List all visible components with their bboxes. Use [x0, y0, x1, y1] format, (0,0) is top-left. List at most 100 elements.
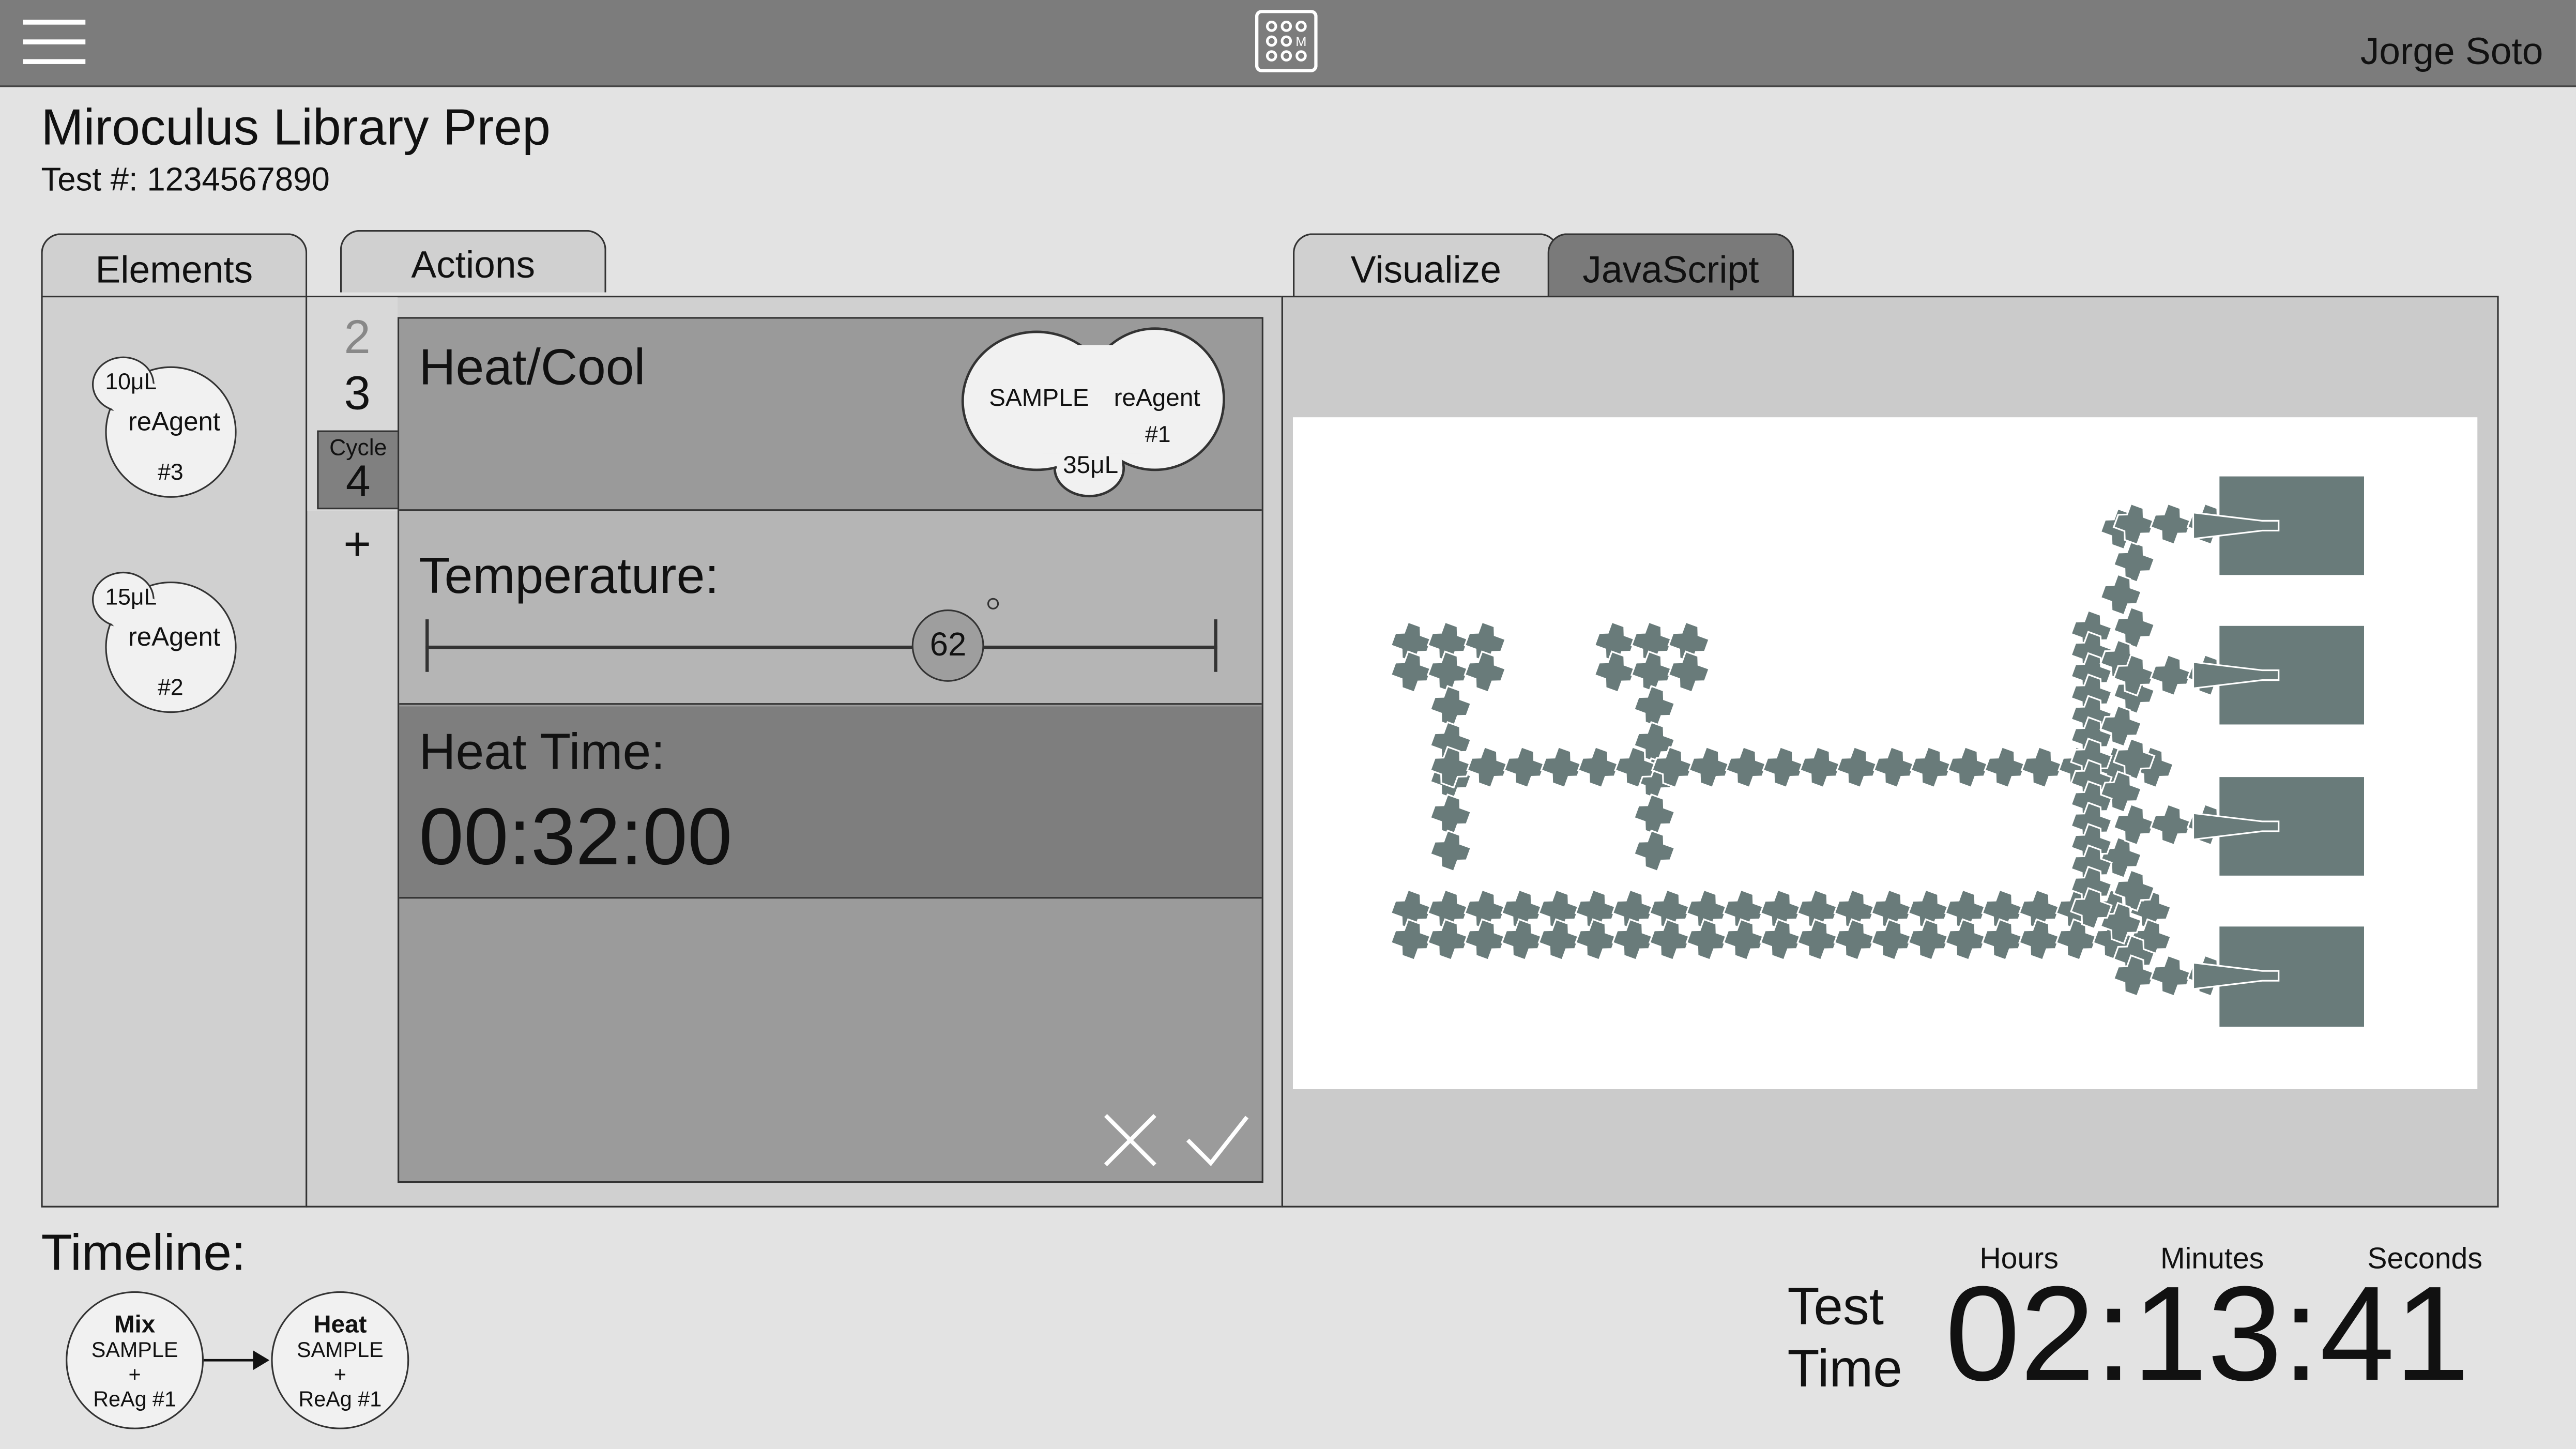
- electrode-pad: [1870, 743, 1918, 791]
- electrode-pad: [1759, 743, 1808, 791]
- arrow-icon: [204, 1347, 272, 1374]
- hamburger-icon[interactable]: [23, 20, 86, 66]
- tab-javascript[interactable]: JavaScript: [1547, 233, 1794, 296]
- electrode-pad: [1722, 743, 1771, 791]
- node-line: ReAg #1: [93, 1386, 176, 1411]
- electrode-pad: [1574, 743, 1623, 791]
- add-step-button[interactable]: +: [321, 519, 394, 573]
- electrode-pad: [1944, 743, 1992, 791]
- electrode-pad: [2147, 500, 2195, 548]
- reagent-number: #2: [158, 673, 184, 700]
- reagent-element[interactable]: 10μL reAgent #3: [92, 356, 237, 501]
- electrode-pad: [1978, 916, 2027, 964]
- heat-time-label: Heat Time:: [419, 723, 665, 781]
- step-3[interactable]: 3: [321, 368, 394, 422]
- grid-chip-icon: M: [1255, 10, 1318, 72]
- top-bar: M Jorge Soto: [0, 0, 2576, 87]
- node-title: Mix: [114, 1310, 156, 1339]
- degree-icon: [987, 598, 999, 610]
- reagent-volume: 10μL: [105, 368, 157, 394]
- electrode-pad: [1537, 743, 1586, 791]
- temperature-section: Temperature: 62: [399, 511, 1262, 705]
- node-line: +: [128, 1362, 141, 1387]
- test-time-value: 02:13:41: [1945, 1260, 2470, 1410]
- user-name[interactable]: Jorge Soto: [2360, 29, 2543, 74]
- heat-time-section: Heat Time: 00:32:00: [399, 706, 1262, 899]
- node-line: +: [333, 1362, 346, 1387]
- app-root: M Jorge Soto Miroculus Library Prep Test…: [0, 0, 2576, 1449]
- sample-label: SAMPLE: [989, 384, 1089, 413]
- tab-elements[interactable]: Elements: [41, 233, 308, 296]
- temperature-slider[interactable]: 62: [425, 598, 1217, 682]
- electrode-pad: [1833, 743, 1882, 791]
- timeline-node-mix[interactable]: Mix SAMPLE + ReAg #1: [66, 1291, 204, 1429]
- tab-row: Elements Actions Visualize JavaScript: [0, 230, 2576, 299]
- electrode-pad: [1867, 916, 1916, 964]
- electrode-pad: [1426, 827, 1475, 875]
- cycle-step[interactable]: Cycle 4: [317, 430, 400, 510]
- elements-panel: 10μL reAgent #3 15μL reAgent #2: [41, 296, 308, 1208]
- timeline-node-heat[interactable]: Heat SAMPLE + ReAg #1: [271, 1291, 409, 1429]
- test-time-label-line2: Time: [1787, 1338, 1902, 1398]
- electrode-pad: [1461, 648, 1510, 696]
- electrode-pad: [1609, 916, 1657, 964]
- temperature-thumb[interactable]: 62: [912, 598, 999, 682]
- svg-text:M: M: [1295, 35, 1306, 49]
- droplet-volume: 35μL: [1063, 451, 1119, 480]
- electrode-pad: [1424, 916, 1472, 964]
- electrode-pad: [1757, 916, 1805, 964]
- electrode-pad: [1665, 648, 1713, 696]
- electrode-pad: [1498, 916, 1546, 964]
- check-icon[interactable]: [1183, 1110, 1252, 1169]
- reagent-number: #3: [158, 458, 184, 485]
- close-icon[interactable]: [1101, 1110, 1160, 1169]
- electrode-pad: [1464, 743, 1512, 791]
- heat-time-value[interactable]: 00:32:00: [419, 792, 732, 884]
- electrode-pad: [1591, 648, 1639, 696]
- electrode-pad: [1630, 827, 1679, 875]
- node-line: SAMPLE: [297, 1337, 384, 1362]
- reagent-label: reAgent: [1114, 384, 1200, 413]
- electrode-pad: [1387, 916, 1436, 964]
- node-title: Heat: [313, 1310, 367, 1339]
- electrode-pad: [2147, 952, 2195, 1000]
- electrode-pad: [2018, 743, 2066, 791]
- temperature-value: 62: [929, 627, 967, 664]
- reagent-element[interactable]: 15μL reAgent #2: [92, 571, 237, 716]
- electrode-pad: [1387, 648, 1436, 696]
- electrode-pad: [1645, 916, 1694, 964]
- electrode-pad: [1904, 916, 1953, 964]
- electrode-pad: [1981, 743, 2030, 791]
- electrode-pad: [1941, 916, 1990, 964]
- reagent-name: reAgent: [128, 624, 220, 652]
- action-title: Heat/Cool: [419, 338, 646, 396]
- tab-visualize[interactable]: Visualize: [1293, 233, 1559, 296]
- node-line: SAMPLE: [91, 1337, 178, 1362]
- reagent-volume: 15μL: [105, 583, 157, 610]
- electrode-pad: [1831, 916, 1879, 964]
- electrode-pad: [1683, 916, 1731, 964]
- electrode-pad: [1572, 916, 1620, 964]
- cycle-label: Cycle: [329, 433, 387, 460]
- test-time-label: Test Time: [1788, 1275, 1902, 1400]
- electrode-pad: [1796, 743, 1845, 791]
- reagent-name: reAgent: [128, 409, 220, 437]
- electrode-pad: [1685, 743, 1733, 791]
- electrode-pad: [1461, 916, 1510, 964]
- electrode-pad: [1793, 916, 1842, 964]
- electrode-pad: [1907, 743, 1956, 791]
- test-time-label-line1: Test: [1787, 1276, 1884, 1336]
- page-title: Miroculus Library Prep: [41, 98, 551, 156]
- test-number: Test #: 1234567890: [41, 162, 330, 199]
- reagent-number: #1: [1145, 420, 1171, 447]
- electrode-pad: [2015, 916, 2064, 964]
- electrode-pad: [1535, 916, 1583, 964]
- sample-reagent-droplet[interactable]: SAMPLE reAgent #1 35μL: [961, 325, 1230, 502]
- electrode-pad: [1500, 743, 1549, 791]
- heat-cool-section: Heat/Cool SAMPLE reAgent #1 35μL: [399, 318, 1262, 511]
- tab-actions[interactable]: Actions: [340, 230, 606, 293]
- chip-visualization[interactable]: [1293, 417, 2478, 1089]
- electrode-pad: [2147, 800, 2195, 849]
- step-2[interactable]: 2: [321, 312, 394, 367]
- node-line: ReAg #1: [298, 1386, 382, 1411]
